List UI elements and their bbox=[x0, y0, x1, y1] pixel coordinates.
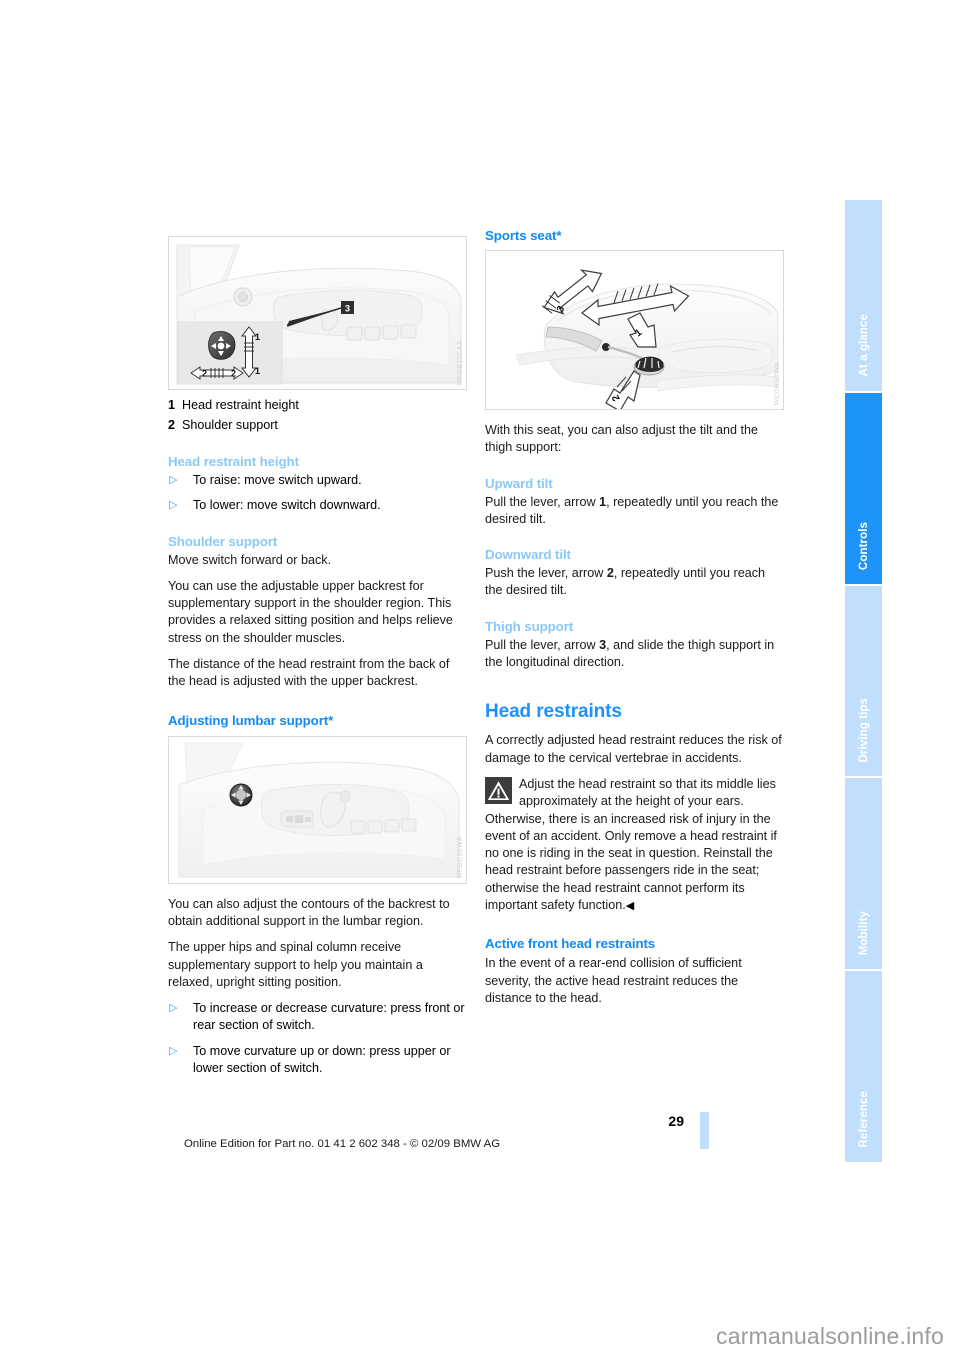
list-item: ▷ To increase or decrease curvature: pre… bbox=[168, 1000, 467, 1035]
heading-active-front-head-restraints: Active front head restraints bbox=[485, 936, 656, 952]
tab-reference[interactable]: Reference bbox=[845, 971, 882, 1162]
list-item: ▷ To raise: move switch upward. bbox=[168, 472, 467, 489]
tab-controls[interactable]: Controls bbox=[845, 392, 882, 586]
paragraph-thigh-support: Pull the lever, arrow 3, and slide the t… bbox=[485, 637, 784, 672]
list-item-text: To move curvature up or down: press uppe… bbox=[193, 1043, 451, 1076]
paragraph-lumbar-2: The upper hips and spinal column receive… bbox=[168, 940, 423, 989]
paragraph-downward-tilt: Push the lever, arrow 2, repeatedly unti… bbox=[485, 565, 784, 600]
figure-credit: MFGC02WA bbox=[457, 836, 464, 879]
heading-adjusting-lumbar-support: Adjusting lumbar support* bbox=[168, 712, 334, 728]
page-number: 29 bbox=[668, 1113, 684, 1129]
paragraph-lumbar-1: You can also adjust the contours of the … bbox=[168, 896, 450, 928]
svg-text:1: 1 bbox=[255, 332, 260, 342]
warning-end-mark: ◀ bbox=[625, 900, 635, 913]
tab-label: Driving tips bbox=[857, 697, 870, 763]
figure-seat-switch: 3 1 1 2 2 MFGB11CAA bbox=[168, 236, 467, 390]
heading-thigh-support: Thigh support bbox=[485, 618, 574, 634]
svg-text:1: 1 bbox=[255, 366, 260, 376]
tab-driving-tips[interactable]: Driving tips bbox=[845, 585, 882, 779]
list-item-text: To lower: move switch downward. bbox=[193, 498, 381, 513]
tab-label: Mobility bbox=[857, 910, 870, 956]
triangle-bullet-icon: ▷ bbox=[169, 474, 178, 486]
paragraph-shoulder-support-1: Move switch forward or back. bbox=[168, 552, 332, 567]
heading-upward-tilt: Upward tilt bbox=[485, 475, 553, 491]
legend-number: 2 bbox=[168, 418, 176, 432]
triangle-bullet-icon: ▷ bbox=[169, 499, 178, 512]
heading-head-restraints: Head restraints bbox=[485, 701, 622, 723]
svg-text:2: 2 bbox=[202, 369, 207, 379]
seat-switch-illustration: 3 1 1 2 2 bbox=[169, 237, 466, 389]
legend-item: 1 Head restraint height bbox=[168, 395, 467, 415]
svg-text:3: 3 bbox=[345, 304, 350, 314]
section-tab-rail: At a glance Controls Driving tips Mobili… bbox=[845, 200, 882, 1162]
lumbar-switch-illustration bbox=[169, 736, 466, 883]
legend-text: Head restraint height bbox=[182, 398, 299, 412]
figure-credit: MFGB11CAA bbox=[457, 339, 464, 385]
heading-sports-seat: Sports seat* bbox=[485, 228, 562, 243]
legend-item: 2 Shoulder support bbox=[168, 415, 467, 435]
paragraph-active-front-head-restraints: In the event of a rear-end collision of … bbox=[485, 956, 742, 1005]
text-before: Push the lever, arrow bbox=[485, 566, 607, 581]
svg-text:2: 2 bbox=[231, 369, 236, 379]
sports-seat-illustration: 3 1 2 bbox=[486, 251, 783, 409]
footer-accent-bar bbox=[700, 1112, 709, 1149]
list-item-text: To raise: move switch upward. bbox=[193, 473, 362, 487]
triangle-bullet-icon: ▷ bbox=[169, 1044, 178, 1057]
list-item: ▷ To move curvature up or down: press up… bbox=[168, 1043, 467, 1078]
figure-sports-seat: 3 1 2 WC0HS0WA bbox=[485, 250, 784, 410]
text-before: Pull the lever, arrow bbox=[485, 494, 600, 509]
list-head-restraint-height: ▷ To raise: move switch upward. ▷ To low… bbox=[168, 472, 467, 515]
tab-label: Controls bbox=[857, 521, 870, 570]
paragraph-head-restraints-intro: A correctly adjusted head restraint redu… bbox=[485, 733, 782, 765]
legend-text: Shoulder support bbox=[182, 418, 278, 432]
site-watermark: carmanualsonline.info bbox=[716, 1323, 944, 1349]
warning-text: Adjust the head restraint so that its mi… bbox=[485, 776, 777, 913]
paragraph-shoulder-support-2: You can use the adjustable upper backres… bbox=[168, 578, 453, 645]
tab-mobility[interactable]: Mobility bbox=[845, 778, 882, 972]
tab-label: At a glance bbox=[857, 314, 870, 377]
tab-label: Reference bbox=[857, 1091, 870, 1148]
figure-credit: WC0HS0WA bbox=[774, 361, 781, 405]
tab-at-a-glance[interactable]: At a glance bbox=[845, 200, 882, 393]
left-column: 3 1 1 2 2 MFGB11CAA 1 Head restraint hei… bbox=[168, 236, 467, 1077]
paragraph-upward-tilt: Pull the lever, arrow 1, repeatedly unti… bbox=[485, 494, 784, 529]
warning-triangle-icon bbox=[485, 776, 512, 804]
legend-number: 1 bbox=[168, 398, 176, 412]
heading-head-restraint-height: Head restraint height bbox=[168, 454, 299, 469]
footer-edition-note: Online Edition for Part no. 01 41 2 602 … bbox=[183, 1138, 501, 1150]
warning-block: Adjust the head restraint so that its mi… bbox=[485, 776, 784, 915]
figure-lumbar-switch: MFGC02WA bbox=[168, 735, 467, 884]
list-lumbar-adjust: ▷ To increase or decrease curvature: pre… bbox=[168, 1000, 467, 1077]
right-column: Sports seat* 3 1 2 WC0HS0WA With this se… bbox=[485, 228, 784, 1016]
arrow-number: 2 bbox=[606, 566, 614, 581]
triangle-bullet-icon: ▷ bbox=[169, 1002, 178, 1015]
list-item-text: To increase or decrease curvature: press… bbox=[193, 1001, 465, 1033]
heading-shoulder-support: Shoulder support bbox=[168, 533, 278, 549]
text-before: Pull the lever, arrow bbox=[485, 637, 600, 652]
figure-legend: 1 Head restraint height 2 Shoulder suppo… bbox=[168, 395, 467, 435]
paragraph-shoulder-support-3: The distance of the head restraint from … bbox=[168, 657, 450, 689]
paragraph-sports-seat-intro: With this seat, you can also adjust the … bbox=[485, 423, 759, 455]
manual-page: At a glance Controls Driving tips Mobili… bbox=[0, 0, 960, 1358]
list-item: ▷ To lower: move switch downward. bbox=[168, 497, 467, 514]
heading-downward-tilt: Downward tilt bbox=[485, 547, 571, 563]
